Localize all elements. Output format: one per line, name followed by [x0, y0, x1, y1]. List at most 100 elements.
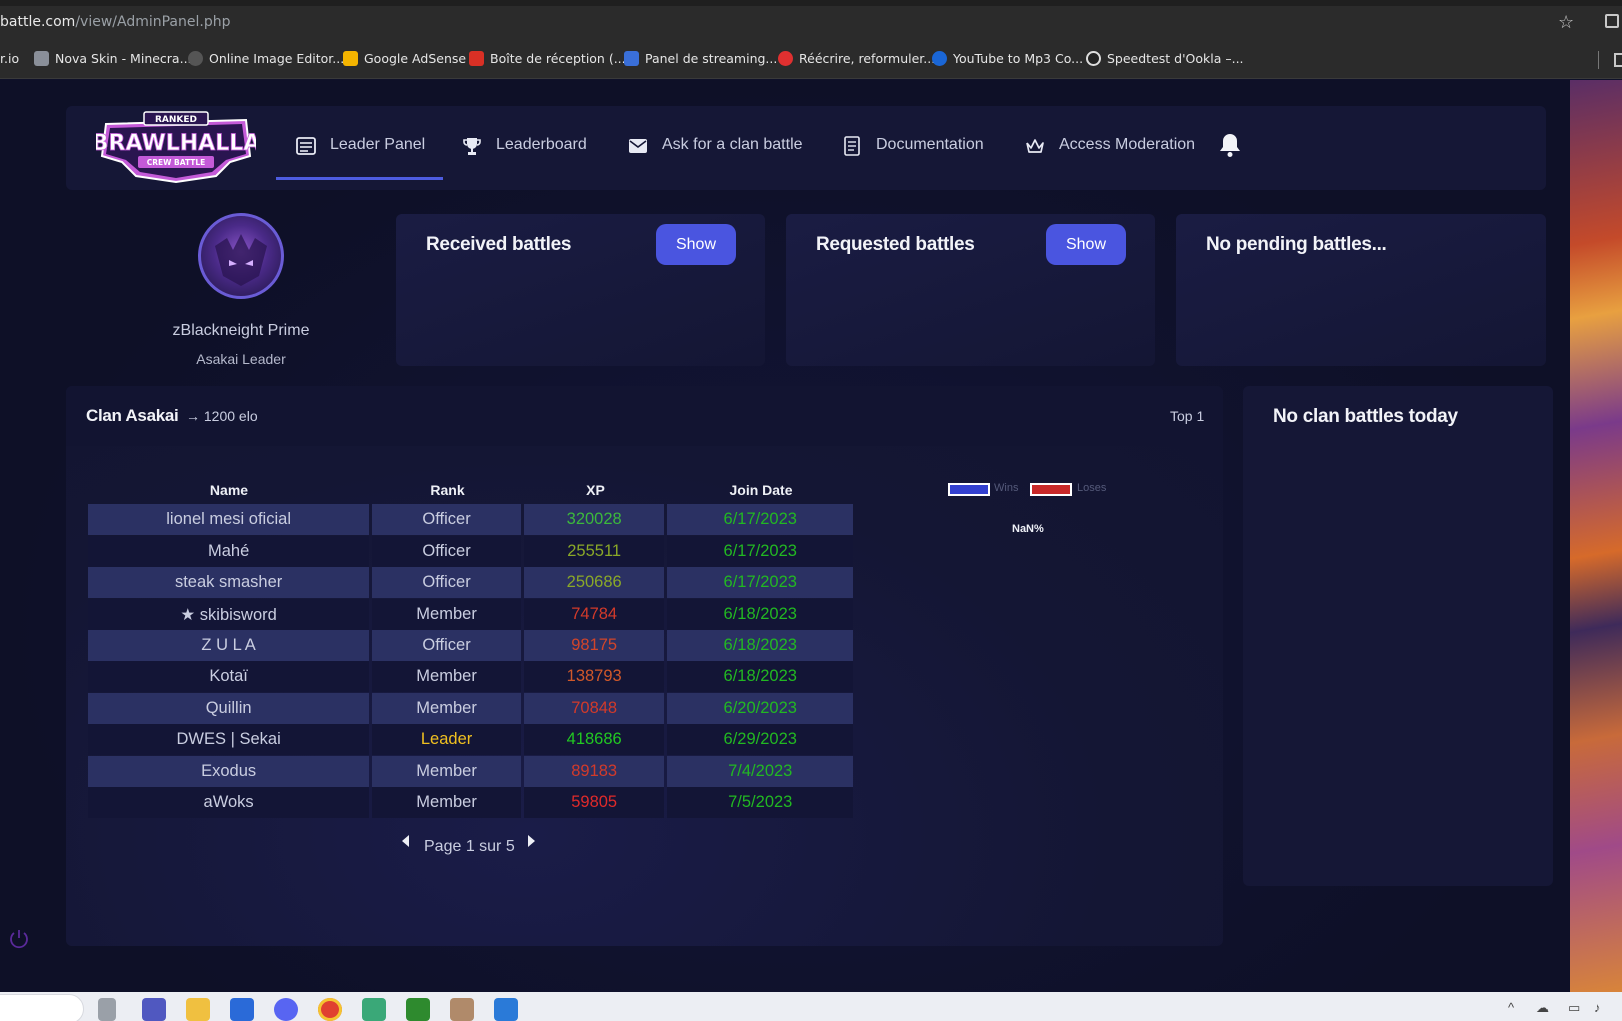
- discord-icon[interactable]: [274, 998, 298, 1021]
- crown-icon: [1025, 136, 1045, 156]
- card-title: Requested battles: [816, 234, 975, 255]
- column-header-name[interactable]: Name: [88, 482, 370, 498]
- bell-icon[interactable]: [1218, 132, 1242, 163]
- taskbar: ^ ☁ ▭ ♪: [0, 992, 1622, 1021]
- clan-name: Clan Asakai: [86, 406, 179, 425]
- member-name: Mahé: [88, 536, 370, 567]
- bookmark-star-icon[interactable]: ☆: [1558, 12, 1574, 33]
- member-join-date: 6/20/2023: [667, 693, 853, 724]
- bookmark-item[interactable]: Boîte de réception (...: [469, 51, 626, 66]
- bookmark-item[interactable]: Google AdSense: [343, 51, 466, 66]
- display-icon[interactable]: ▭: [1568, 1000, 1580, 1016]
- win-ratio: NaN%: [1012, 523, 1044, 535]
- bookmark-item[interactable]: Speedtest d'Ookla –...: [1086, 51, 1244, 66]
- bookmark-item[interactable]: YouTube to Mp3 Co...: [932, 51, 1083, 66]
- nav-ask-clan-battle[interactable]: Ask for a clan battle: [628, 124, 803, 180]
- show-requested-button[interactable]: Show: [1046, 224, 1126, 265]
- member-xp: 250686: [523, 567, 665, 598]
- taskbar-search[interactable]: [0, 994, 84, 1021]
- table-row[interactable]: lionel mesi oficial Officer 320028 6/17/202…: [88, 504, 853, 535]
- member-join-date: 6/18/2023: [667, 630, 853, 661]
- member-join-date: 7/5/2023: [667, 787, 853, 818]
- url-text[interactable]: battle.com/view/AdminPanel.php: [0, 14, 230, 30]
- member-xp: 255511: [523, 536, 665, 567]
- address-bar[interactable]: battle.com/view/AdminPanel.php ☆: [0, 6, 1622, 41]
- minecraft-launcher-icon[interactable]: [450, 998, 474, 1021]
- clan-elo: → 1200 elo: [186, 408, 258, 424]
- wins-legend-label: Wins: [994, 482, 1019, 494]
- bookmark-item[interactable]: Panel de streaming...: [624, 51, 777, 66]
- table-row[interactable]: Kotaï Member 138793 6/18/2023: [88, 661, 853, 692]
- clan-rank-top: Top 1: [1170, 408, 1205, 424]
- extensions-icon[interactable]: [1605, 14, 1619, 28]
- teams-icon[interactable]: [142, 998, 166, 1021]
- minecraft-icon[interactable]: [406, 998, 430, 1021]
- profile-name: zBlackneight Prime: [172, 322, 310, 339]
- member-name: Exodus: [88, 756, 370, 787]
- taskview-icon[interactable]: [98, 998, 116, 1021]
- brawlhalla-logo[interactable]: RANKED BRAWLHALLA CREW BATTLE: [91, 110, 261, 184]
- card-title: Received battles: [426, 234, 572, 255]
- member-rank: Leader: [372, 724, 521, 755]
- received-battles-card: Received battles Show: [396, 214, 765, 366]
- table-row[interactable]: ★ skibisword Member 74784 6/18/2023: [88, 599, 853, 630]
- member-xp: 74784: [523, 599, 665, 630]
- adsense-icon: [343, 51, 358, 66]
- column-header-rank[interactable]: Rank: [373, 482, 522, 498]
- loses-legend-label: Loses: [1077, 482, 1107, 494]
- all-bookmarks-icon[interactable]: [1614, 53, 1622, 67]
- envelope-icon: [628, 136, 648, 156]
- file-explorer-icon[interactable]: [186, 998, 210, 1021]
- profile-role: Asakai Leader: [196, 351, 286, 367]
- table-row[interactable]: steak smasher Officer 250686 6/17/2023: [88, 567, 853, 598]
- vscode-icon[interactable]: [494, 998, 518, 1021]
- bookmark-item[interactable]: Réécrire, reformuler...: [778, 51, 935, 66]
- previous-page-icon[interactable]: [402, 835, 409, 847]
- table-row[interactable]: Exodus Member 89183 7/4/2023: [88, 756, 853, 787]
- clan-battles-panel: [1243, 386, 1553, 886]
- member-xp: 418686: [523, 724, 665, 755]
- member-rank: Officer: [372, 567, 521, 598]
- chevron-up-icon[interactable]: ^: [1508, 1000, 1514, 1015]
- show-received-button[interactable]: Show: [656, 224, 736, 265]
- chrome-icon[interactable]: [318, 998, 342, 1021]
- table-row[interactable]: Mahé Officer 255511 6/17/2023: [88, 536, 853, 567]
- store-icon[interactable]: [230, 998, 254, 1021]
- member-xp: 138793: [523, 661, 665, 692]
- card-title: No pending battles...: [1206, 234, 1387, 255]
- member-join-date: 6/17/2023: [667, 536, 853, 567]
- power-icon[interactable]: [8, 928, 30, 950]
- table-row[interactable]: DWES | Sekai Leader 418686 6/29/2023: [88, 724, 853, 755]
- member-name: Kotaï: [88, 661, 370, 692]
- nav-access-moderation[interactable]: Access Moderation: [1025, 124, 1195, 180]
- youtube-mp3-icon: [932, 51, 947, 66]
- member-rank: Officer: [372, 630, 521, 661]
- next-page-icon[interactable]: [528, 835, 535, 847]
- cloud-icon[interactable]: ☁: [1536, 1000, 1549, 1016]
- member-rank: Member: [372, 599, 521, 630]
- member-rank: Member: [372, 693, 521, 724]
- nav-documentation[interactable]: Documentation: [842, 124, 984, 180]
- column-header-join-date[interactable]: Join Date: [668, 482, 854, 498]
- avatar[interactable]: [198, 213, 284, 299]
- svg-text:RANKED: RANKED: [155, 115, 197, 125]
- nav-leaderboard[interactable]: Leaderboard: [462, 124, 587, 180]
- member-name: lionel mesi oficial: [88, 504, 370, 535]
- bookmark-item[interactable]: Online Image Editor...: [188, 51, 344, 66]
- table-row[interactable]: Z U L A Officer 98175 6/18/2023: [88, 630, 853, 661]
- member-xp: 98175: [523, 630, 665, 661]
- member-name: ★ skibisword: [88, 599, 370, 630]
- column-header-xp[interactable]: XP: [525, 482, 666, 498]
- bookmark-item[interactable]: r.io: [0, 51, 19, 66]
- member-rank: Member: [372, 661, 521, 692]
- member-xp: 320028: [523, 504, 665, 535]
- streaming-icon: [624, 51, 639, 66]
- nav-leader-panel[interactable]: Leader Panel: [276, 124, 443, 180]
- speaker-icon[interactable]: ♪: [1594, 1000, 1601, 1015]
- table-row[interactable]: aWoks Member 59805 7/5/2023: [88, 787, 853, 818]
- svg-text:CREW BATTLE: CREW BATTLE: [147, 158, 206, 167]
- app-icon[interactable]: [362, 998, 386, 1021]
- table-row[interactable]: Quillin Member 70848 6/20/2023: [88, 693, 853, 724]
- svg-text:BRAWLHALLA: BRAWLHALLA: [96, 131, 256, 156]
- bookmark-item[interactable]: Nova Skin - Minecra...: [34, 51, 192, 66]
